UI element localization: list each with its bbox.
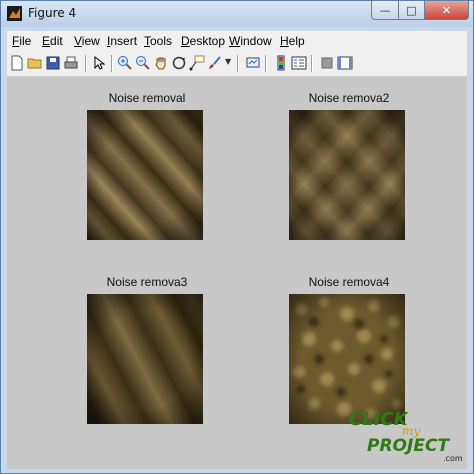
svg-text:PROJECT: PROJECT xyxy=(367,436,450,456)
image-axes-1[interactable] xyxy=(87,110,203,240)
svg-text:.com: .com xyxy=(443,454,463,463)
svg-text:CLICK: CLICK xyxy=(349,409,410,430)
brush-dropdown-icon[interactable]: ▼ xyxy=(225,57,231,66)
show-plot-tools-icon[interactable] xyxy=(337,55,353,71)
maximize-icon: □ xyxy=(406,3,417,17)
menu-bar: File Edit View Insert Tools Desktop Wind… xyxy=(7,31,467,51)
hide-plot-tools-icon[interactable] xyxy=(319,55,335,71)
zoom-out-icon[interactable] xyxy=(135,55,151,71)
edit-plot-arrow-icon[interactable] xyxy=(91,55,107,71)
brush-icon[interactable] xyxy=(207,55,223,71)
menu-edit[interactable]: Edit xyxy=(42,34,63,48)
menu-tools[interactable]: Tools xyxy=(144,34,172,48)
pan-hand-icon[interactable] xyxy=(153,55,169,71)
menu-help[interactable]: Help xyxy=(280,34,305,48)
menu-view[interactable]: View xyxy=(74,34,100,48)
toolbar-separator xyxy=(311,55,313,72)
zoom-in-icon[interactable] xyxy=(117,55,133,71)
menu-file[interactable]: File xyxy=(12,34,31,48)
plot-title-1: Noise removal xyxy=(108,91,186,105)
toolbar-separator xyxy=(111,55,113,72)
image-axes-3[interactable] xyxy=(87,294,203,424)
title-bar[interactable]: Figure 4 — □ ✕ xyxy=(1,1,473,27)
figure-canvas[interactable]: Noise removal Noise remova2 Noise remova… xyxy=(7,77,467,469)
open-file-icon[interactable] xyxy=(27,55,43,71)
toolbar-separator xyxy=(265,55,267,72)
print-icon[interactable] xyxy=(63,55,79,71)
plot-title-2: Noise remova2 xyxy=(308,91,390,105)
window-title: Figure 4 xyxy=(28,6,77,20)
figure-toolbar: ▼ xyxy=(7,51,467,77)
matlab-logo-icon xyxy=(7,6,22,21)
menu-desktop[interactable]: Desktop xyxy=(181,34,225,48)
toolbar-separator xyxy=(237,55,239,72)
insert-legend-icon[interactable] xyxy=(291,55,307,71)
insert-colorbar-icon[interactable] xyxy=(273,55,289,71)
data-cursor-icon[interactable] xyxy=(189,55,205,71)
save-icon[interactable] xyxy=(45,55,61,71)
minimize-icon: — xyxy=(379,3,391,17)
minimize-button[interactable]: — xyxy=(371,1,399,20)
menu-window[interactable]: Window xyxy=(229,34,272,48)
link-plot-icon[interactable] xyxy=(245,55,261,71)
figure-window: Figure 4 — □ ✕ File Edit View Insert Too… xyxy=(0,0,474,474)
image-axes-2[interactable] xyxy=(289,110,405,240)
close-icon: ✕ xyxy=(441,3,452,17)
menu-insert[interactable]: Insert xyxy=(107,34,137,48)
new-figure-icon[interactable] xyxy=(9,55,25,71)
plot-title-4: Noise remova4 xyxy=(308,275,390,289)
clickmyproject-logo-icon: CLICK my PROJECT .com xyxy=(349,409,463,463)
toolbar-separator xyxy=(85,55,87,72)
plot-title-3: Noise remova3 xyxy=(106,275,188,289)
close-button[interactable]: ✕ xyxy=(425,1,469,20)
maximize-button[interactable]: □ xyxy=(399,1,425,20)
rotate-3d-icon[interactable] xyxy=(171,55,187,71)
